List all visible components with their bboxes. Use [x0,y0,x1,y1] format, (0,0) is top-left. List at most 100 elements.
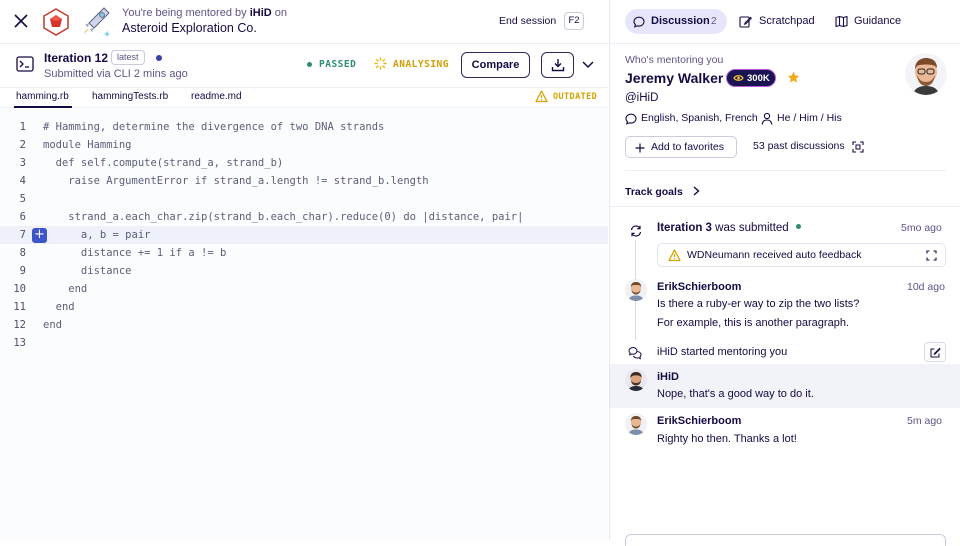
person-icon [761,112,773,125]
line-number: 11 [13,301,26,313]
iteration-bar: Iteration 12 latest Submitted via CLI 2 … [0,44,608,88]
code-text: end [43,319,62,331]
latest-badge: latest [111,50,145,65]
avatar [625,279,647,301]
mentored-by-line: You're being mentored by iHiD on [122,7,287,19]
code-line: 10 end [0,280,608,298]
warning-icon [668,249,681,262]
mentoring-started-text: iHiD started mentoring you [657,346,788,358]
code-line: 1 # Hamming, determine the divergence of … [0,118,608,136]
download-icon [551,59,564,72]
code-editor: 1 # Hamming, determine the divergence of … [0,108,608,540]
edit-note-button[interactable] [924,342,946,362]
avatar [625,369,647,391]
code-text: def self.compute(strand_a, strand_b) [43,157,284,169]
code-text: distance [43,265,132,277]
chevron-down-icon[interactable] [580,58,596,72]
iteration-number: Iteration 3 [657,222,712,234]
code-line: +7 a, b = pair [0,226,608,244]
line-number: 8 [19,247,26,259]
message-time: 5m ago [907,415,943,427]
code-line: 8 distance += 1 if a != b [0,244,608,262]
message-text: Is there a ruby-er way to zip the two li… [657,298,860,310]
passed-dot [307,62,312,67]
download-button[interactable] [541,52,574,78]
close-icon[interactable] [12,12,30,30]
message-text: Righty ho then. Thanks a lot! [657,433,797,445]
tab-discussion[interactable]: Discussion 2 [625,9,727,34]
mentor-divider [625,170,946,171]
tab-guidance-label: Guidance [854,15,902,27]
tab-scratchpad[interactable]: Scratchpad [739,9,829,34]
past-discussions-link[interactable]: 53 past discussions [753,140,845,152]
file-tab-hamming[interactable]: hamming.rb [16,91,69,102]
languages-text: English, Spanish, French [641,112,758,124]
mentored-suffix: on [274,7,287,19]
reputation-badge: 300K [726,69,776,87]
mentor-handle: iHiD [249,7,272,19]
code-line: 2 module Hamming [0,136,608,154]
timeline-divider [610,206,960,207]
code-line: 3 def self.compute(strand_a, strand_b) [0,154,608,172]
mentor-handle-text: @iHiD [625,92,659,104]
add-favorites-button[interactable]: Add to favorites [625,136,737,158]
right-tabs: Discussion 2 Scratchpad Guidance [610,0,960,44]
expand-icon[interactable] [852,140,864,153]
code-line: 4 raise ArgumentError if strand_a.length… [0,172,608,190]
code-text: strand_a.each_char.zip(strand_b.each_cha… [43,211,524,223]
code-text: end [43,301,75,313]
analysing-spinner-icon [374,57,387,70]
mentor-name: Jeremy Walker [625,70,724,86]
chat-bubble-icon [633,16,645,28]
tab-scratchpad-label: Scratchpad [759,15,815,27]
file-tabs: hamming.rb hammingTests.rb readme.md OUT… [0,88,608,108]
compare-button[interactable]: Compare [461,52,530,78]
code-line: 5 [0,190,608,208]
reputation-icon [733,75,744,81]
line-number: 12 [13,319,26,331]
line-number: 13 [13,337,26,349]
line-number: 7 [19,229,26,241]
star-icon [787,71,800,84]
line-number: 1 [19,121,26,133]
code-line: 13 [0,334,608,352]
pencil-note-icon [739,16,752,28]
top-header: You're being mentored by iHiD on Asteroi… [0,0,608,44]
iteration-submitted-suffix: was submitted [715,222,789,234]
track-goals-link[interactable]: Track goals [625,182,700,200]
code-line: 12 end [0,316,608,334]
code-text: module Hamming [43,139,132,151]
reply-composer[interactable] [625,534,946,546]
message-author: ErikSchierboom [657,415,742,427]
end-session-button[interactable]: End session [499,15,556,27]
tab-guidance[interactable]: Guidance [835,9,925,34]
outdated-label: OUTDATED [553,92,598,102]
mentored-prefix: You're being mentored by [122,7,247,19]
code-text: a, b = pair [43,229,151,241]
map-icon [835,15,848,28]
chevron-right-icon [693,186,700,196]
code-line: 6 strand_a.each_char.zip(strand_b.each_c… [0,208,608,226]
code-line: 9 distance [0,262,608,280]
line-number: 9 [19,265,26,277]
submitted-text: Submitted via CLI 2 mins ago [44,68,188,80]
right-panel: Discussion 2 Scratchpad Guidance Who's m… [609,0,960,546]
message-text: Nope, that's a good way to do it. [657,388,814,400]
line-number: 10 [13,283,26,295]
file-tab-readme[interactable]: readme.md [191,91,242,102]
line-number: 3 [19,157,26,169]
iteration-title: Iteration 12 [44,51,109,65]
auto-feedback-card[interactable]: WDNeumann received auto feedback [657,243,946,267]
message-author: iHiD [657,371,679,383]
pronouns-text: He / Him / His [777,112,842,124]
iteration-pass-dot [795,224,801,229]
code-text: raise ArgumentError if strand_a.length !… [43,175,429,187]
line-number: 4 [19,175,26,187]
file-tab-hamming-tests[interactable]: hammingTests.rb [92,91,168,102]
line-number: 6 [19,211,26,223]
rocket-exercise-icon [80,5,112,39]
speech-icon [625,113,637,125]
terminal-icon [16,56,34,72]
tab-discussion-count: 2 [711,16,717,27]
code-line: 11 end [0,298,608,316]
